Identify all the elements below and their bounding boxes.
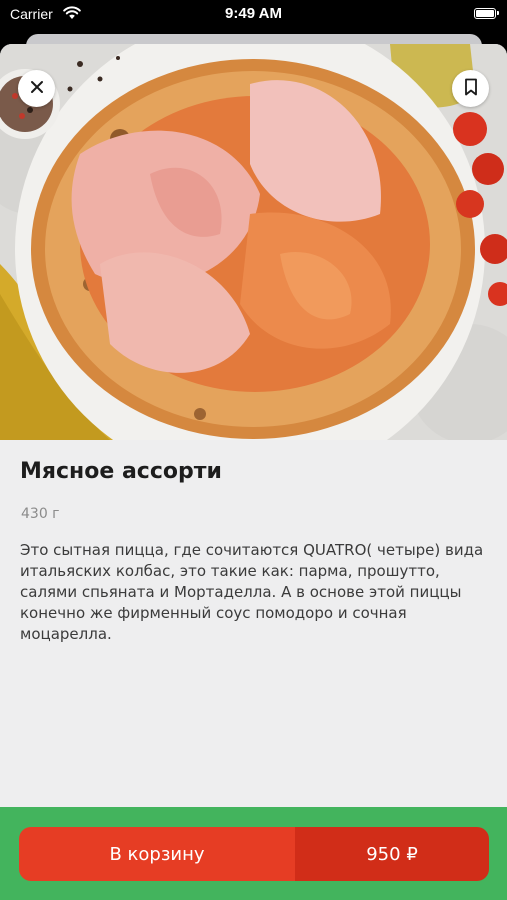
product-weight: 430 г bbox=[21, 506, 60, 522]
close-button[interactable] bbox=[18, 70, 55, 107]
add-to-cart-button[interactable]: В корзину 950 ₽ bbox=[19, 827, 489, 881]
bookmark-icon bbox=[464, 78, 478, 100]
battery-icon bbox=[474, 8, 499, 19]
pizza-photo bbox=[0, 44, 507, 440]
product-title: Мясное ассорти bbox=[20, 459, 222, 484]
add-to-cart-label: В корзину bbox=[19, 827, 295, 881]
status-bar: Carrier 9:49 AM bbox=[0, 0, 507, 30]
bookmark-button[interactable] bbox=[452, 70, 489, 107]
product-description: Это сытная пицца, где сочитаются QUATRO(… bbox=[20, 541, 484, 643]
clock: 9:49 AM bbox=[225, 5, 282, 22]
price-label: 950 ₽ bbox=[295, 827, 489, 881]
product-sheet: Мясное ассорти 430 г Это сытная пицца, г… bbox=[0, 44, 507, 900]
close-icon bbox=[30, 79, 44, 98]
